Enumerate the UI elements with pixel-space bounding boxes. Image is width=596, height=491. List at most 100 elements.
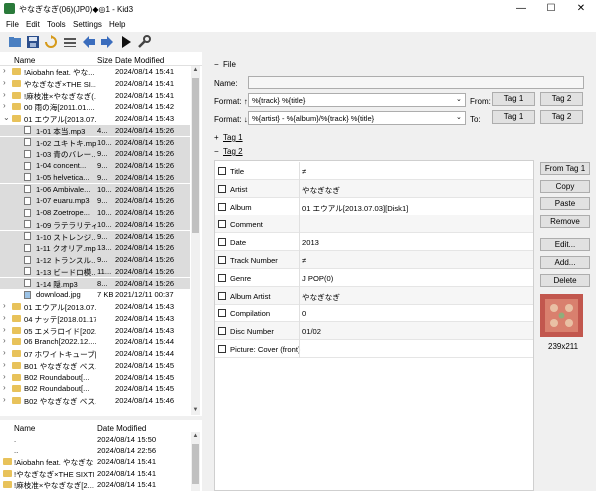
chevron-right-icon[interactable]: › (3, 301, 6, 310)
cover-art-thumbnail[interactable] (540, 294, 583, 337)
field-checkbox[interactable] (218, 220, 226, 229)
tree-scrollbar-thumb[interactable] (192, 78, 199, 233)
tree-folder-row[interactable]: › B02 Roundabout[... 2024/08/14 15:45 (0, 372, 190, 384)
format-down-combo[interactable]: %{artist} - %{album}/%{track} %{title} (248, 111, 466, 125)
field-value[interactable]: 0 (302, 309, 306, 318)
tree-folder-row[interactable]: › 07 ホワイトキューブ[2... 2024/08/14 15:44 (0, 348, 190, 360)
add-field-button[interactable]: Add... (540, 256, 590, 269)
tree-file-row[interactable]: 1-08 Zoetrope... 10... 2024/08/14 15:26 (0, 207, 190, 219)
tag-field-row[interactable]: Title ≠ (215, 162, 533, 180)
next-icon[interactable] (100, 35, 114, 49)
from-tag2-button[interactable]: Tag 2 (540, 92, 583, 106)
column-header-size[interactable]: Size (97, 56, 113, 65)
dir-list-item[interactable]: !麻枝准×やなぎなぎ[2... 2024/08/14 15:41 (0, 479, 190, 491)
chevron-right-icon[interactable]: › (3, 325, 6, 334)
tree-file-row[interactable]: 1-03 青のバレー... 9... 2024/08/14 15:26 (0, 148, 190, 160)
name-field[interactable] (248, 76, 584, 89)
field-value[interactable]: ≠ (302, 256, 306, 265)
field-value[interactable]: やなぎなぎ (302, 292, 340, 303)
chevron-right-icon[interactable]: › (3, 383, 6, 392)
chevron-right-icon[interactable]: › (3, 66, 6, 75)
field-value[interactable]: 2013 (302, 238, 319, 247)
tree-folder-row[interactable]: › !麻枝准×やなぎなぎ(... 2024/08/14 15:41 (0, 90, 190, 102)
field-checkbox[interactable] (218, 256, 226, 264)
tree-folder-row[interactable]: › B02 やなぎなぎ ベス... 2024/08/14 15:46 (0, 395, 190, 407)
pane-splitter[interactable] (0, 416, 202, 420)
maximize-button[interactable]: ☐ (536, 0, 566, 18)
chevron-down-icon[interactable]: ⌄ (3, 113, 10, 122)
chevron-right-icon[interactable]: › (3, 395, 6, 404)
to-tag1-button[interactable]: Tag 1 (492, 110, 535, 124)
revert-icon[interactable] (44, 35, 58, 49)
menu-file[interactable]: File (6, 20, 19, 29)
tag-field-row[interactable]: Comment (215, 215, 533, 234)
from-tag1-button[interactable]: Tag 1 (492, 92, 535, 106)
format-up-chevron-down-icon[interactable]: ⌄ (456, 95, 462, 103)
tree-folder-row[interactable]: › 01 エウアル[2013.07.... 2024/08/14 15:43 (0, 301, 190, 313)
field-checkbox[interactable] (218, 202, 226, 211)
previous-icon[interactable] (82, 35, 96, 49)
chevron-right-icon[interactable]: › (3, 90, 6, 99)
dir-scrollbar-thumb[interactable] (192, 444, 199, 484)
dir-list-item[interactable]: !やなぎなぎ×THE SIXTH ...2024/08/14 15:41 (0, 468, 190, 480)
from-tag1-copy-button[interactable]: From Tag 1 (540, 162, 590, 175)
field-checkbox[interactable] (218, 238, 226, 247)
field-value[interactable]: 01 エウアル[2013.07.03][Disk1] (302, 203, 408, 214)
chevron-right-icon[interactable]: › (3, 78, 6, 87)
tree-file-row[interactable]: 1-09 ラテラリティ...10...2024/08/14 15:26 (0, 218, 190, 231)
tag-field-row[interactable]: Compilation 0 (215, 304, 533, 323)
dir-list-item[interactable]: .. 2024/08/14 22:56 (0, 445, 190, 457)
tree-folder-row[interactable]: › 06 Branch[2022.12.... 2024/08/14 15:44 (0, 336, 190, 348)
format-down-chevron-down-icon[interactable]: ⌄ (456, 113, 462, 121)
tree-folder-row[interactable]: ⌄ 01 エウアル[2013.07.... 2024/08/14 15:43 (0, 113, 190, 125)
file-section-toggle[interactable]: − (214, 60, 219, 69)
paste-button[interactable]: Paste (540, 197, 590, 210)
tree-folder-row[interactable]: › 00 雨の海[2011.01.... 2024/08/14 15:42 (0, 101, 190, 113)
tag-field-row[interactable]: Track Number ≠ (215, 251, 533, 269)
chevron-right-icon[interactable]: › (3, 101, 6, 110)
scroll-down-icon[interactable]: ▼ (191, 407, 200, 413)
tree-file-row[interactable]: 1-12 トランスル... 9... 2024/08/14 15:26 (0, 254, 190, 266)
chevron-right-icon[interactable]: › (3, 336, 6, 345)
delete-field-button[interactable]: Delete (540, 274, 590, 287)
tag2-section-toggle[interactable]: − (214, 147, 219, 156)
dir-column-header-date[interactable]: Date Modified (97, 424, 146, 433)
tag1-section-title[interactable]: Tag 1 (223, 133, 243, 142)
tag1-section-toggle[interactable]: + (214, 133, 219, 142)
field-checkbox[interactable] (218, 291, 226, 300)
tag-field-row[interactable]: Genre J POP(0) (215, 268, 533, 287)
field-value[interactable]: ≠ (302, 167, 306, 176)
field-value[interactable]: 01/02 (302, 327, 321, 336)
tree-file-row[interactable]: 1-04 concent... 9... 2024/08/14 15:26 (0, 160, 190, 172)
format-up-combo[interactable]: %{track} %{title} (248, 93, 466, 107)
tree-file-row[interactable]: 1-11 クオリア.mp3 13... 2024/08/14 15:26 (0, 242, 190, 254)
menu-help[interactable]: Help (109, 20, 125, 29)
chevron-right-icon[interactable]: › (3, 348, 6, 357)
tree-file-row[interactable]: 1-10 ストレンジ... 9... 2024/08/14 15:26 (0, 230, 190, 243)
close-button[interactable]: ✕ (566, 0, 596, 18)
copy-button[interactable]: Copy (540, 180, 590, 193)
column-header-date[interactable]: Date Modified (115, 56, 164, 65)
settings-wrench-icon[interactable] (137, 35, 151, 49)
dir-list-item[interactable]: . 2024/08/14 15:50 (0, 434, 190, 446)
menu-edit[interactable]: Edit (26, 20, 40, 29)
menu-settings[interactable]: Settings (73, 20, 102, 29)
tree-folder-row[interactable]: › B01 やなぎなぎ ベス... 2024/08/14 15:45 (0, 360, 190, 372)
tag-field-row[interactable]: Album Artist やなぎなぎ (215, 286, 533, 305)
tree-file-row[interactable]: download.jpg 7 KB 2021/12/11 00:37 (0, 289, 190, 301)
field-checkbox[interactable] (218, 309, 226, 318)
tree-file-row[interactable]: 1-05 helvetica... 9... 2024/08/14 15:26 (0, 171, 190, 184)
tree-folder-row[interactable]: › 05 エメラロイド[202... 2024/08/14 15:43 (0, 325, 190, 337)
column-header-name[interactable]: Name (14, 56, 35, 65)
minimize-button[interactable]: — (506, 0, 536, 18)
tree-file-row[interactable]: 1-02 ユキトキ.mp3 10... 2024/08/14 15:26 (0, 136, 190, 149)
remove-button[interactable]: Remove (540, 215, 590, 228)
play-icon[interactable] (119, 35, 133, 49)
chevron-right-icon[interactable]: › (3, 313, 6, 322)
tree-file-row[interactable]: 1-01 本当.mp3 4... 2024/08/14 15:26 (0, 124, 190, 137)
field-checkbox[interactable] (218, 345, 226, 353)
tag-field-row[interactable]: Disc Number 01/02 (215, 322, 533, 341)
tree-file-row[interactable]: 1-07 euaru.mp3 9... 2024/08/14 15:26 (0, 195, 190, 207)
field-checkbox[interactable] (218, 273, 226, 282)
tree-folder-row[interactable]: › やなぎなぎ×THE SI... 2024/08/14 15:41 (0, 78, 190, 90)
